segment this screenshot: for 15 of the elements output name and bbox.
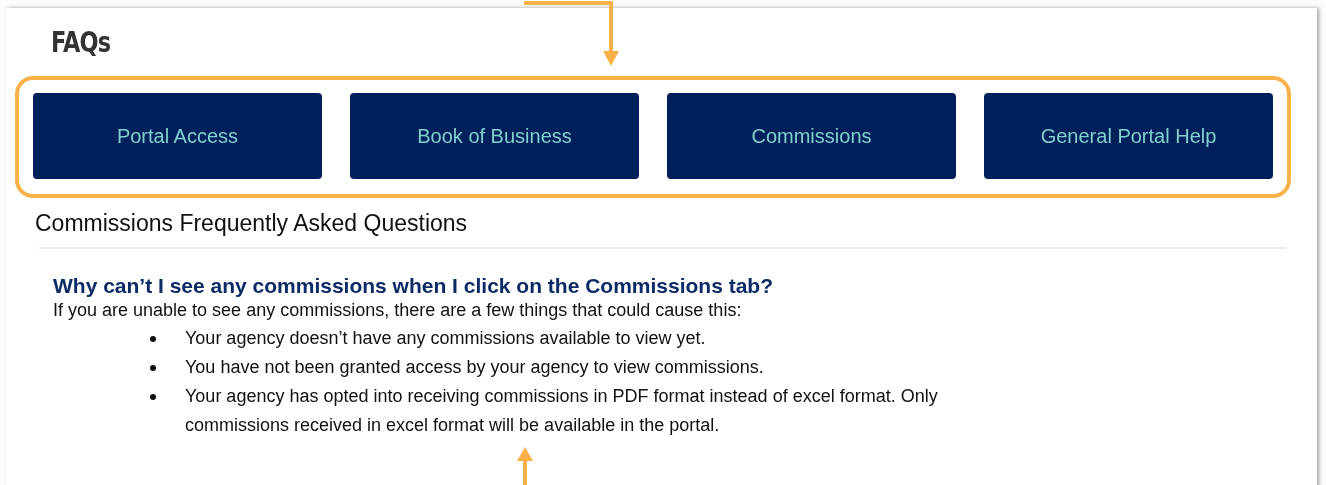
category-button[interactable]: Book of Business [350, 93, 639, 179]
faq-answer: If you are unable to see any commissions, there are a few things that could cause this: [53, 300, 743, 321]
category-button[interactable]: General Portal Help [984, 93, 1273, 179]
callout-arrow [516, 447, 534, 485]
bullet-text: Your agency doesn’t have any commissions available to view yet. [185, 327, 707, 350]
bullet-icon [150, 335, 156, 342]
faq-question: Why can’t I see any commissions when I click on the Commissions tab? [53, 274, 775, 298]
bullet-icon [150, 364, 156, 371]
category-button[interactable]: Commissions [667, 93, 956, 179]
category-button[interactable]: Portal Access [33, 93, 322, 179]
bullet-text: You have not been granted access by your agency to view commissions. [185, 356, 765, 379]
bullet-text: Your agency has opted into receiving commissions in PDF format instead of excel format. Only commissions received in excel format will be available in the portal. [185, 385, 939, 437]
section-title: Commissions Frequently Asked Questions [35, 210, 469, 237]
bullet-icon [150, 393, 156, 400]
page-title: FAQs [51, 26, 111, 59]
